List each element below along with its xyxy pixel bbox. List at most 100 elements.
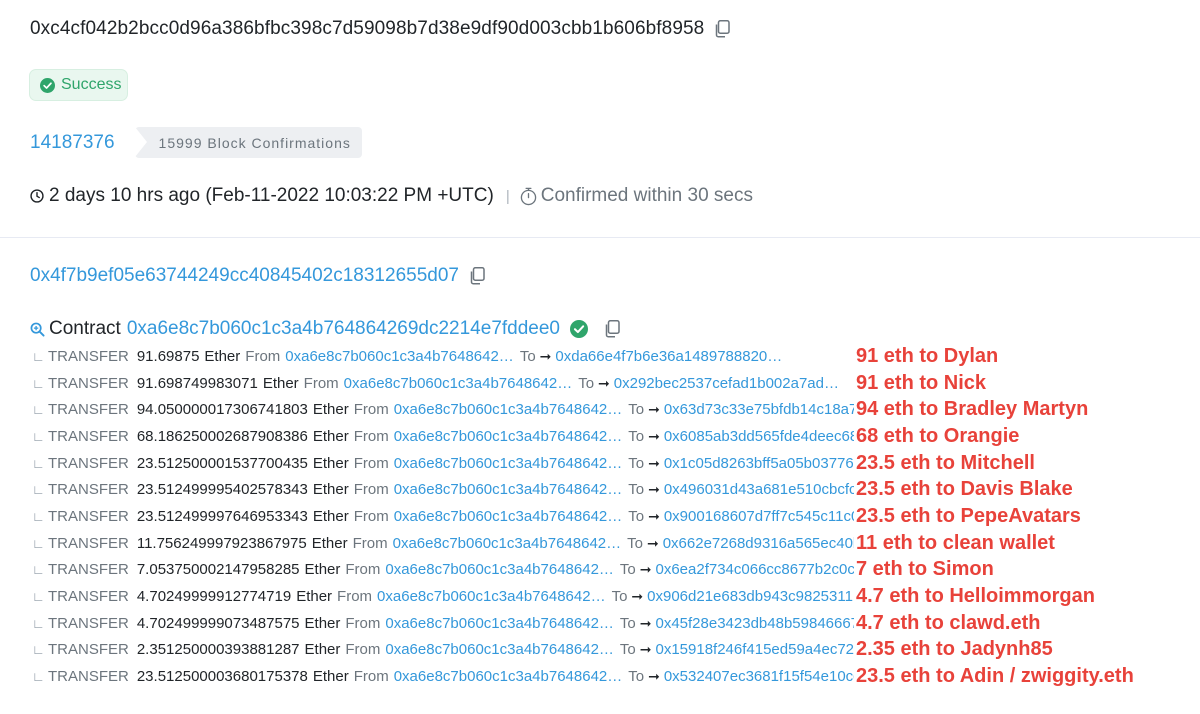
- to-address-link[interactable]: 0x6ea2f734c066cc8677b2c0ce…: [655, 561, 878, 578]
- copy-icon[interactable]: [714, 20, 731, 38]
- recipient-annotation: 23.5 eth to PepeAvatars: [854, 503, 1081, 530]
- copy-icon[interactable]: [604, 320, 620, 338]
- status-label: Success: [61, 76, 122, 93]
- from-address-link[interactable]: 0xa6e8c7b060c1c3a4b7648642…: [385, 615, 614, 632]
- tree-branch-icon: ∟: [32, 562, 45, 578]
- contract-row: Contract 0xa6e8c7b060c1c3a4b764864269dc2…: [30, 318, 620, 340]
- from-label: From: [337, 588, 373, 606]
- transfer-row: ∟ TRANSFER 4.702499999073487575 Ether From 0x…: [32, 609, 1200, 637]
- from-address-link[interactable]: 0xa6e8c7b060c1c3a4b7648642…: [393, 535, 622, 552]
- from-address-link[interactable]: 0xa6e8c7b060c1c3a4b7648642…: [377, 588, 606, 605]
- from-label: From: [353, 454, 389, 472]
- transfer-row: ∟ TRANSFER 68.186250002687908386 Ether From 0…: [32, 423, 1200, 450]
- to-address-link[interactable]: 0x532407ec3681f15f54e10cd0…: [664, 668, 885, 685]
- transfer-label: TRANSFER: [48, 481, 129, 499]
- to-address-link[interactable]: 0x662e7268d9316a565ec40b6…: [663, 535, 885, 552]
- transfer-unit: Ether: [312, 481, 349, 499]
- timestamp: 2 days 10 hrs ago (Feb-11-2022 10:03:22 …: [49, 185, 494, 206]
- from-label: From: [345, 561, 381, 579]
- contract-address-link[interactable]: 0xa6e8c7b060c1c3a4b764864269dc2214e7fdde…: [127, 318, 560, 340]
- transfer-unit: Ether: [311, 534, 348, 552]
- transfer-label: TRANSFER: [48, 534, 129, 552]
- to-label: To: [628, 668, 645, 686]
- from-label: From: [353, 427, 389, 445]
- to-address-link[interactable]: 0x906d21e683db943c9825311…: [647, 588, 868, 605]
- from-address-link[interactable]: 0xa6e8c7b060c1c3a4b7648642…: [394, 481, 623, 498]
- transfer-row: ∟ TRANSFER 94.050000017306741803 Ether From 0…: [32, 396, 1200, 424]
- to-label: To: [611, 588, 628, 606]
- from-address-link[interactable]: 0xa6e8c7b060c1c3a4b7648642…: [394, 668, 623, 685]
- to-label: To: [578, 374, 595, 392]
- transfer-row: ∟ TRANSFER 11.756249997923867975 Ether From 0…: [32, 529, 1200, 557]
- magnifier-icon: [30, 322, 45, 337]
- transfer-unit: Ether: [304, 614, 341, 632]
- recipient-annotation: 7 eth to Simon: [854, 556, 994, 584]
- transfer-amount: 91.698749983071: [136, 374, 258, 392]
- arrow-right-icon: ➞: [648, 668, 660, 685]
- confirmed-within: Confirmed within 30 secs: [540, 185, 753, 206]
- to-address-link[interactable]: 0x6085ab3dd565fde4deec682f…: [664, 428, 886, 445]
- to-address-link[interactable]: 0x292bec2537cefad1b002a7ad…: [614, 375, 839, 392]
- copy-icon[interactable]: [469, 267, 485, 285]
- recipient-annotation: 91 eth to Dylan: [854, 343, 999, 370]
- transfer-unit: Ether: [262, 374, 299, 392]
- transfer-unit: Ether: [312, 427, 349, 445]
- transfer-unit: Ether: [204, 347, 241, 365]
- arrow-right-icon: ➞: [648, 507, 660, 524]
- transfer-row: ∟ TRANSFER 23.512500003680175378 Ether From 0…: [32, 663, 1200, 690]
- to-address-link[interactable]: 0x15918f246f415ed59a4ec722…: [655, 641, 877, 658]
- status-badge: Success: [29, 69, 128, 101]
- transfer-row: ∟ TRANSFER 4.70249999912774719 Ether From 0xa…: [32, 583, 1200, 610]
- arrow-right-icon: ➞: [639, 641, 652, 658]
- recipient-annotation: 68 eth to Orangie: [854, 423, 1020, 450]
- tree-branch-icon: ∟: [32, 455, 45, 471]
- tree-branch-icon: ∟: [32, 669, 45, 685]
- transfer-unit: Ether: [312, 668, 349, 686]
- from-address-link[interactable]: 0xa6e8c7b060c1c3a4b7648642…: [394, 455, 623, 472]
- transfer-amount: 7.053750002147958285: [136, 561, 300, 579]
- tree-branch-icon: ∟: [32, 642, 45, 658]
- from-address-link[interactable]: 0xa6e8c7b060c1c3a4b7648642…: [394, 508, 623, 525]
- separator: |: [505, 187, 510, 205]
- arrow-right-icon: ➞: [648, 401, 660, 418]
- to-label: To: [628, 507, 645, 525]
- to-address-link[interactable]: 0x1c05d8263bff5a05b0377633…: [664, 455, 886, 472]
- transfer-label: TRANSFER: [48, 668, 129, 686]
- to-address-link[interactable]: 0x45f28e3423db48b59846667f…: [655, 615, 878, 632]
- transfer-amount: 2.351250000393881287: [136, 641, 300, 659]
- to-address-link[interactable]: 0xda66e4f7b6e36a1489788820…: [555, 348, 782, 365]
- transfer-unit: Ether: [312, 401, 349, 419]
- arrow-right-icon: ➞: [639, 561, 652, 578]
- arrow-right-icon: ➞: [648, 454, 660, 471]
- arrow-right-icon: ➞: [598, 374, 610, 391]
- block-row: 14187376 15999 Block Confirmations: [30, 127, 362, 158]
- transfer-amount: 11.756249997923867975: [136, 534, 307, 552]
- to-label: To: [619, 614, 636, 632]
- block-number-link[interactable]: 14187376: [30, 132, 115, 154]
- from-label: From: [353, 507, 389, 525]
- from-address-link[interactable]: 0xa6e8c7b060c1c3a4b7648642…: [394, 401, 623, 418]
- recipient-annotation: 11 eth to clean wallet: [854, 529, 1055, 557]
- transfer-amount: 4.702499999073487575: [136, 614, 300, 632]
- from-address-link[interactable]: 0x4f7b9ef05e63744249cc40845402c18312655d…: [30, 265, 459, 287]
- to-label: To: [628, 427, 645, 445]
- arrow-right-icon: ➞: [648, 427, 660, 444]
- from-address-link[interactable]: 0xa6e8c7b060c1c3a4b7648642…: [344, 375, 573, 392]
- to-label: To: [619, 641, 636, 659]
- recipient-annotation: 2.35 eth to Jadynh85: [854, 636, 1053, 664]
- tree-branch-icon: ∟: [32, 535, 45, 551]
- arrow-right-icon: ➞: [631, 588, 644, 605]
- to-label: To: [619, 561, 636, 579]
- transfer-label: TRANSFER: [48, 588, 129, 606]
- timestamp-row: 2 days 10 hrs ago (Feb-11-2022 10:03:22 …: [30, 185, 753, 207]
- from-label: From: [353, 481, 389, 499]
- transfer-amount: 4.70249999912774719: [136, 588, 292, 606]
- recipient-annotation: 4.7 eth to Helloimmorgan: [854, 583, 1095, 610]
- contract-label: Contract: [49, 318, 121, 339]
- from-address-link[interactable]: 0xa6e8c7b060c1c3a4b7648642…: [394, 428, 623, 445]
- from-address-link[interactable]: 0xa6e8c7b060c1c3a4b7648642…: [385, 641, 614, 658]
- from-address-link[interactable]: 0xa6e8c7b060c1c3a4b7648642…: [285, 348, 514, 365]
- from-address-link[interactable]: 0xa6e8c7b060c1c3a4b7648642…: [385, 561, 614, 578]
- transfer-label: TRANSFER: [48, 347, 129, 365]
- tree-branch-icon: ∟: [32, 428, 45, 444]
